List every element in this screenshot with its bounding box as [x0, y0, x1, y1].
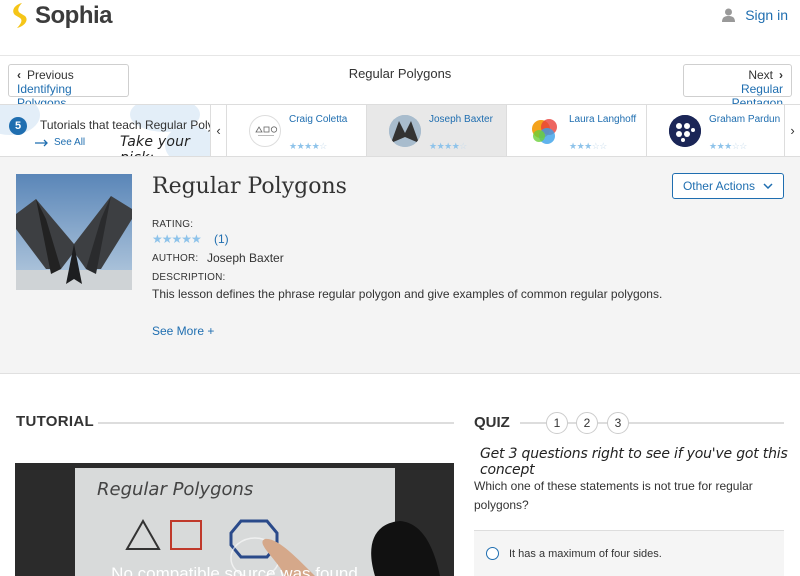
tutor-name: Graham Pardun: [709, 114, 781, 125]
other-actions-dropdown[interactable]: Other Actions: [672, 173, 784, 199]
other-actions-label: Other Actions: [682, 179, 756, 193]
site-header: Sophia Sign in: [0, 0, 800, 56]
next-button[interactable]: Next › Regular Pentagon: [683, 64, 792, 110]
tutor-name: Craig Coletta: [289, 114, 348, 125]
chevron-right-icon: ›: [779, 68, 783, 82]
tutor-name: Joseph Baxter: [429, 114, 493, 125]
quiz-tagline: Get 3 questions right to see if you've g…: [480, 446, 788, 478]
description-label: DESCRIPTION:: [152, 272, 226, 283]
avatar: [389, 115, 421, 147]
video-player[interactable]: Regular Polygons No compatible source wa…: [15, 463, 454, 576]
lesson-thumbnail: [16, 174, 132, 290]
quiz-answer-option[interactable]: It has a maximum of four sides.: [474, 530, 784, 576]
lesson-info: Regular Polygons Other Actions RATING: ★…: [0, 157, 800, 374]
sign-in-label: Sign in: [745, 7, 788, 23]
user-icon: [722, 8, 736, 22]
brand-name: Sophia: [35, 2, 113, 29]
tutorial-heading: TUTORIAL: [16, 413, 94, 430]
rating-count[interactable]: (1): [214, 232, 229, 246]
tutor-name: Laura Langhoff: [569, 114, 637, 125]
avatar: [529, 115, 561, 147]
answer-text: It has a maximum of four sides.: [509, 547, 662, 560]
author-name: Joseph Baxter: [207, 251, 284, 265]
scroll-right-button[interactable]: ›: [784, 105, 800, 156]
see-all-link[interactable]: See All: [35, 137, 85, 148]
see-all-label: See All: [54, 137, 86, 148]
lesson-nav: ‹ Previous Identifying Polygons Regular P…: [0, 56, 800, 110]
chevron-left-icon: ‹: [216, 123, 221, 138]
avatar: [669, 115, 701, 147]
rating-label: RATING:: [152, 219, 194, 230]
author-label: AUTHOR:: [152, 253, 199, 264]
tutorials-label: Tutorials that teach Regular Polygons: [40, 118, 210, 132]
chevron-down-icon: [763, 183, 773, 189]
tutor-rating: ★★★☆☆: [709, 141, 747, 151]
arrow-right-icon: [35, 139, 48, 146]
chevron-left-icon: ‹: [17, 68, 21, 82]
radio-button[interactable]: [486, 547, 499, 560]
tutorial-card-graham-pardun[interactable]: Graham Pardun ★★★☆☆: [646, 105, 784, 156]
divider: [98, 422, 454, 424]
description-text: This lesson defines the phrase regular p…: [152, 287, 663, 301]
tutorial-count-badge: 5: [9, 117, 27, 135]
previous-label: Previous: [27, 68, 74, 82]
quiz-question-2[interactable]: 2: [576, 412, 598, 434]
tutorial-card-craig-coletta[interactable]: Craig Coletta ★★★★☆: [226, 105, 366, 156]
video-error-message: No compatible source was found: [111, 564, 358, 576]
previous-button[interactable]: ‹ Previous Identifying Polygons: [8, 64, 129, 110]
tutor-rating: ★★★★☆: [429, 141, 467, 151]
chevron-right-icon: ›: [790, 123, 795, 138]
sophia-logo-icon: [13, 3, 27, 28]
svg-text:Regular Polygons: Regular Polygons: [97, 479, 253, 500]
tutorial-card-joseph-baxter[interactable]: Joseph Baxter ★★★★☆: [366, 105, 506, 156]
sign-in-link[interactable]: Sign in: [722, 7, 788, 23]
tutorial-strip: 5 Tutorials that teach Regular Polygons …: [0, 104, 800, 157]
avatar: [249, 115, 281, 147]
video-frame: Regular Polygons: [15, 463, 454, 576]
tutorial-card-laura-langhoff[interactable]: Laura Langhoff ★★★☆☆: [506, 105, 646, 156]
quiz-question-1[interactable]: 1: [546, 412, 568, 434]
tutor-rating: ★★★☆☆: [569, 141, 607, 151]
tutor-rating: ★★★★☆: [289, 141, 327, 151]
next-label: Next: [748, 68, 773, 82]
sophia-logo[interactable]: Sophia: [10, 2, 113, 30]
quiz-question-text: Which one of these statements is not tru…: [474, 479, 753, 512]
take-your-pick-text: Take your pick:: [120, 134, 191, 156]
scroll-left-button[interactable]: ‹: [210, 105, 226, 156]
see-more-link[interactable]: See More +: [152, 324, 214, 338]
rating-stars: ★★★★★: [152, 232, 202, 246]
lesson-title: Regular Polygons: [152, 174, 347, 199]
quiz-question-3[interactable]: 3: [607, 412, 629, 434]
quiz-heading: QUIZ: [474, 414, 510, 431]
tutorial-picker: 5 Tutorials that teach Regular Polygons …: [0, 105, 210, 156]
